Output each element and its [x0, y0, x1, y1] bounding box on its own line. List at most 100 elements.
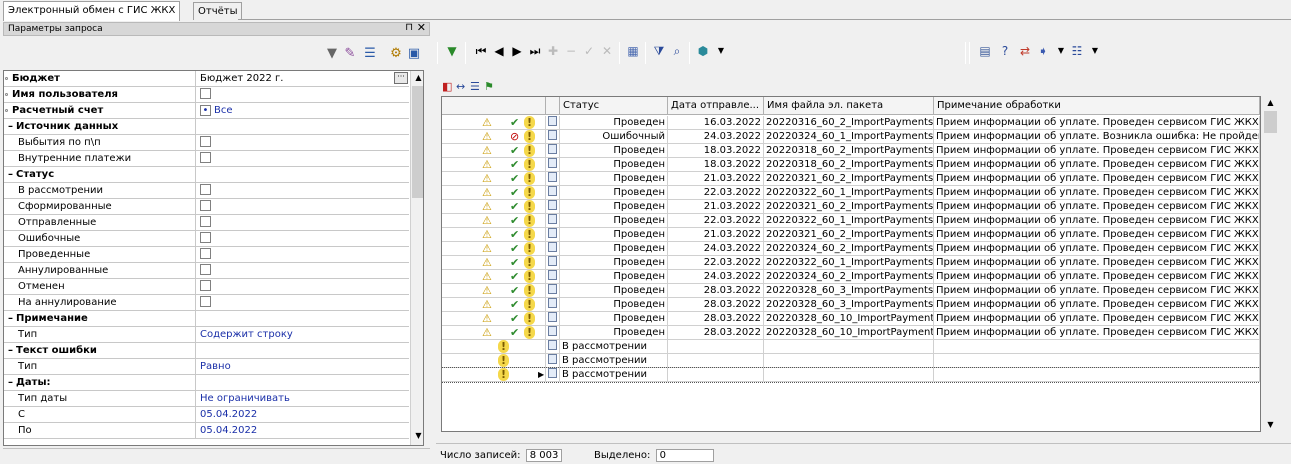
param-row[interactable]: Сформированные — [4, 199, 409, 215]
param-checkbox[interactable] — [200, 199, 211, 211]
table-row[interactable]: ⚠ ✔! Проведен 24.03.2022 20220324_60_2_Impor… — [442, 270, 1260, 284]
table-row[interactable]: ⚠ ✔! Проведен 21.03.2022 20220321_60_2_Impor… — [442, 228, 1260, 242]
first-record-icon[interactable]: ⏮ — [473, 43, 489, 59]
filter-icon[interactable]: ⧩ — [651, 43, 667, 59]
param-checkbox[interactable] — [200, 151, 211, 163]
chevron-down-icon[interactable]: ▼ — [1053, 43, 1069, 59]
cell-status[interactable]: В рассмотрении — [560, 354, 668, 368]
param-row[interactable]: Ошибочные — [4, 231, 409, 247]
cell-note[interactable] — [934, 368, 1260, 382]
param-value[interactable]: 05.04.2022 — [197, 407, 409, 423]
cell-date[interactable]: 21.03.2022 — [668, 228, 764, 242]
cell-file[interactable]: 20220324_60_2_ImportPayments_( — [764, 270, 934, 284]
param-row[interactable]: В рассмотрении — [4, 183, 409, 199]
last-record-icon[interactable]: ⏭ — [527, 43, 543, 59]
table-row[interactable]: ⚠ ✔! Проведен 21.03.2022 20220321_60_2_Impor… — [442, 172, 1260, 186]
param-row[interactable]: Тип Равно — [4, 359, 409, 375]
param-value[interactable] — [197, 343, 409, 359]
table-row[interactable]: ! ▶ В рассмотрении — [442, 367, 1260, 383]
cell-file[interactable] — [764, 368, 934, 382]
cell-note[interactable]: Прием информации об уплате. Проведен сер… — [934, 298, 1260, 312]
table-row[interactable]: ⚠ ✔! Проведен 22.03.2022 20220322_60_1_Impor… — [442, 186, 1260, 200]
collapse-icon[interactable]: – — [8, 169, 13, 180]
transfer-icon[interactable]: ⇄ — [1017, 43, 1033, 59]
cell-status[interactable]: В рассмотрении — [560, 368, 668, 382]
cell-file[interactable] — [764, 340, 934, 354]
cell-status[interactable]: Проведен — [560, 228, 668, 242]
scroll-up-icon[interactable]: ▲ — [411, 71, 423, 85]
tree-icon[interactable]: ☰ — [470, 80, 480, 93]
cell-file[interactable]: 20220328_60_10_ImportPayments — [764, 326, 934, 340]
param-value[interactable] — [197, 135, 409, 151]
param-value[interactable]: Не ограничивать — [197, 391, 409, 407]
param-row[interactable]: Внутренние платежи — [4, 151, 409, 167]
cell-file[interactable]: 20220322_60_1_ImportPayments_( — [764, 256, 934, 270]
table-row[interactable]: ⚠ ✔! Проведен 28.03.2022 20220328_60_10_Impo… — [442, 326, 1260, 340]
report-icon[interactable]: ▤ — [977, 43, 993, 59]
cell-note[interactable]: Прием информации об уплате. Проведен сер… — [934, 144, 1260, 158]
param-value[interactable] — [197, 87, 409, 103]
cell-note[interactable]: Прием информации об уплате. Проведен сер… — [934, 158, 1260, 172]
param-row[interactable]: Проведенные — [4, 247, 409, 263]
cell-date[interactable]: 16.03.2022 — [668, 116, 764, 130]
scroll-thumb[interactable] — [1264, 111, 1277, 133]
cell-date[interactable] — [668, 368, 764, 382]
scroll-down-icon[interactable]: ▼ — [1263, 418, 1278, 432]
scroll-down-icon[interactable]: ▼ — [411, 429, 423, 443]
param-row[interactable]: – Статус — [4, 167, 409, 183]
cell-note[interactable]: Прием информации об уплате. Проведен сер… — [934, 228, 1260, 242]
scroll-up-icon[interactable]: ▲ — [1263, 96, 1278, 110]
cell-note[interactable] — [934, 354, 1260, 368]
param-row[interactable]: Имя пользователя — [4, 87, 409, 103]
param-value[interactable] — [197, 295, 409, 311]
param-value[interactable] — [197, 183, 409, 199]
cell-status[interactable]: Ошибочный — [560, 130, 668, 144]
param-checkbox[interactable] — [200, 247, 211, 259]
cell-note[interactable]: Прием информации об уплате. Проведен сер… — [934, 172, 1260, 186]
cell-date[interactable]: 28.03.2022 — [668, 312, 764, 326]
param-value[interactable] — [197, 247, 409, 263]
cell-date[interactable]: 24.03.2022 — [668, 130, 764, 144]
cell-file[interactable]: 20220321_60_2_ImportPayments_( — [764, 228, 934, 242]
cell-note[interactable]: Прием информации об уплате. Проведен сер… — [934, 186, 1260, 200]
param-value[interactable]: 05.04.2022 — [197, 423, 409, 439]
radio-icon[interactable]: • — [200, 104, 211, 116]
icon-header[interactable] — [546, 97, 560, 115]
list-options-icon[interactable]: ☷ — [1069, 43, 1085, 59]
table-row[interactable]: ⚠ ✔! Проведен 22.03.2022 20220322_60_1_Impor… — [442, 256, 1260, 270]
cell-note[interactable]: Прием информации об уплате. Проведен сер… — [934, 312, 1260, 326]
send-icon[interactable]: ➧ — [1035, 43, 1051, 59]
params-scrollbar[interactable]: ▲ ▼ — [410, 71, 423, 445]
cell-date[interactable]: 24.03.2022 — [668, 242, 764, 256]
cell-date[interactable]: 18.03.2022 — [668, 158, 764, 172]
cell-note[interactable]: Прием информации об уплате. Проведен сер… — [934, 256, 1260, 270]
cell-file[interactable]: 20220328_60_10_ImportPayments — [764, 312, 934, 326]
cell-status[interactable]: Проведен — [560, 172, 668, 186]
cell-date[interactable]: 22.03.2022 — [668, 214, 764, 228]
cell-file[interactable]: 20220318_60_2_ImportPayments_( — [764, 144, 934, 158]
param-value[interactable] — [197, 119, 409, 135]
cell-file[interactable]: 20220328_60_3_ImportPayments_( — [764, 284, 934, 298]
filter-icon[interactable]: ▼ — [324, 46, 340, 62]
cell-status[interactable]: Проведен — [560, 242, 668, 256]
panel-splitter[interactable] — [430, 22, 436, 442]
collapse-icon[interactable]: – — [8, 345, 13, 356]
param-checkbox[interactable] — [200, 135, 211, 147]
col-status[interactable]: Статус — [560, 97, 668, 115]
col-date[interactable]: Дата отправле... — [668, 97, 764, 115]
expand-icon[interactable]: ↔ — [456, 80, 465, 93]
cell-status[interactable]: Проведен — [560, 270, 668, 284]
cell-status[interactable]: Проведен — [560, 214, 668, 228]
tab-reports[interactable]: Отчёты — [193, 2, 243, 20]
cell-date[interactable]: 24.03.2022 — [668, 270, 764, 284]
param-row[interactable]: – Примечание — [4, 311, 409, 327]
cell-date[interactable]: 18.03.2022 — [668, 144, 764, 158]
table-row[interactable]: ⚠ ✔! Проведен 18.03.2022 20220318_60_2_Impor… — [442, 144, 1260, 158]
param-checkbox[interactable] — [200, 279, 211, 291]
param-value[interactable] — [197, 231, 409, 247]
param-value[interactable] — [197, 375, 409, 391]
param-value[interactable]: • Все — [197, 103, 409, 119]
param-row[interactable]: – Источник данных — [4, 119, 409, 135]
table-row[interactable]: ⚠ ✔! Проведен 21.03.2022 20220321_60_2_Impor… — [442, 200, 1260, 214]
param-checkbox[interactable] — [200, 87, 211, 99]
